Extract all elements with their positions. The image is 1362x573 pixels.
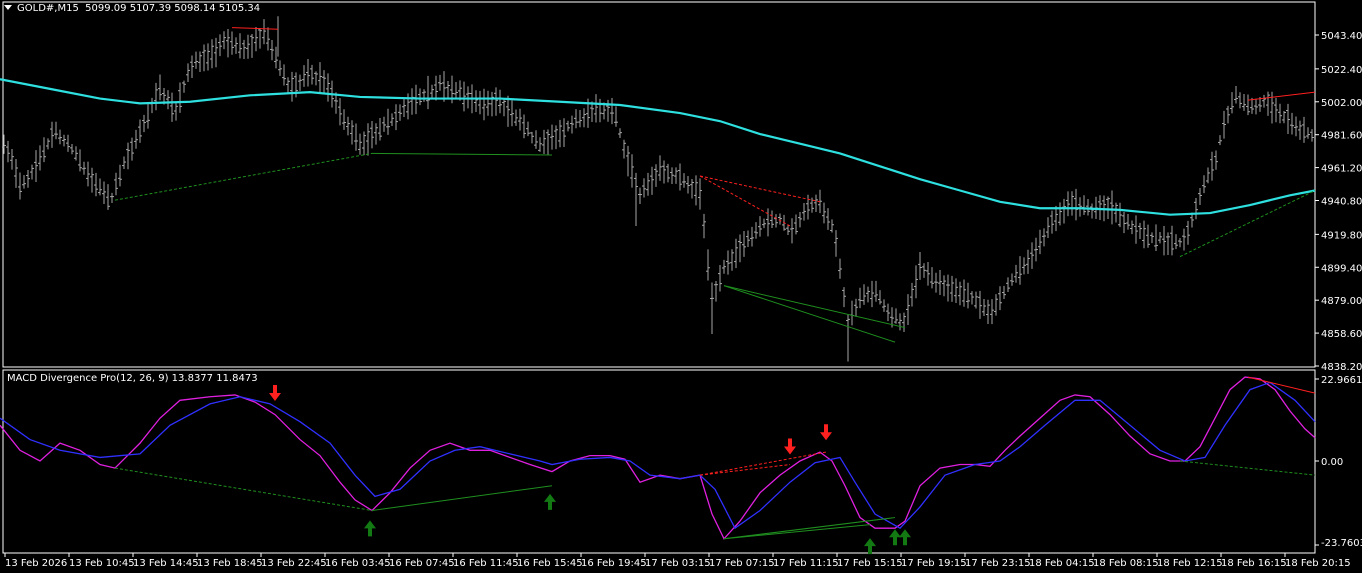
y-axis-label: 4838.20: [1321, 362, 1362, 373]
indicator-header: MACD Divergence Pro(12, 26, 9) 13.8377 1…: [7, 373, 258, 384]
y-axis-label: 5002.00: [1321, 98, 1362, 109]
x-axis-label: 13 Feb 10:45: [69, 558, 135, 569]
x-axis-label: 13 Feb 2026: [5, 558, 67, 569]
x-axis-label: 13 Feb 14:45: [133, 558, 199, 569]
y-axis-label: 4879.00: [1321, 296, 1362, 307]
x-axis-label: 17 Feb 11:15: [773, 558, 839, 569]
x-axis-label: 17 Feb 15:15: [837, 558, 903, 569]
chart-background: [0, 0, 1362, 573]
x-axis-label: 18 Feb 12:15: [1157, 558, 1223, 569]
y-axis-label: 4919.80: [1321, 230, 1362, 241]
x-axis-label: 18 Feb 20:15: [1285, 558, 1351, 569]
indicator-y-axis-label: 22.9661: [1321, 375, 1362, 386]
x-axis-label: 18 Feb 08:15: [1093, 558, 1159, 569]
dropdown-triangle-icon[interactable]: [4, 5, 12, 10]
x-axis-label: 16 Feb 03:45: [325, 558, 391, 569]
indicator-y-axis-label: 0.00: [1321, 457, 1343, 468]
x-axis-label: 17 Feb 07:15: [709, 558, 775, 569]
chart-canvas: 5043.40 5022.40 5002.00 4981.60 4961.20 4940.…: [0, 0, 1362, 573]
y-axis-label: 4940.80: [1321, 197, 1362, 208]
symbol-label: GOLD#,M15: [17, 3, 79, 14]
y-axis-label: 4899.40: [1321, 263, 1362, 274]
x-axis-label: 17 Feb 03:15: [645, 558, 711, 569]
x-axis-label: 17 Feb 19:15: [901, 558, 967, 569]
x-axis-label: 13 Feb 22:45: [261, 558, 327, 569]
x-axis-label: 17 Feb 23:15: [965, 558, 1031, 569]
y-axis-label: 5022.40: [1321, 65, 1362, 76]
x-axis-label: 16 Feb 15:45: [517, 558, 583, 569]
x-axis-label: 16 Feb 07:45: [389, 558, 455, 569]
x-axis-label: 16 Feb 19:45: [581, 558, 647, 569]
x-axis-label: 16 Feb 11:45: [453, 558, 519, 569]
y-axis-label: 4858.60: [1321, 329, 1362, 340]
chart-header: GOLD#,M15 5099.09 5107.39 5098.14 5105.3…: [4, 3, 260, 14]
ohlc-values: 5099.09 5107.39 5098.14 5105.34: [85, 3, 261, 14]
y-axis-label: 4981.60: [1321, 131, 1362, 142]
x-axis-label: 18 Feb 16:15: [1221, 558, 1287, 569]
indicator-y-axis-label: -23.7603: [1321, 538, 1362, 549]
y-axis-label: 4961.20: [1321, 164, 1362, 175]
x-axis-label: 13 Feb 18:45: [197, 558, 263, 569]
y-axis-label: 5043.40: [1321, 31, 1362, 42]
x-axis-label: 18 Feb 04:15: [1029, 558, 1095, 569]
